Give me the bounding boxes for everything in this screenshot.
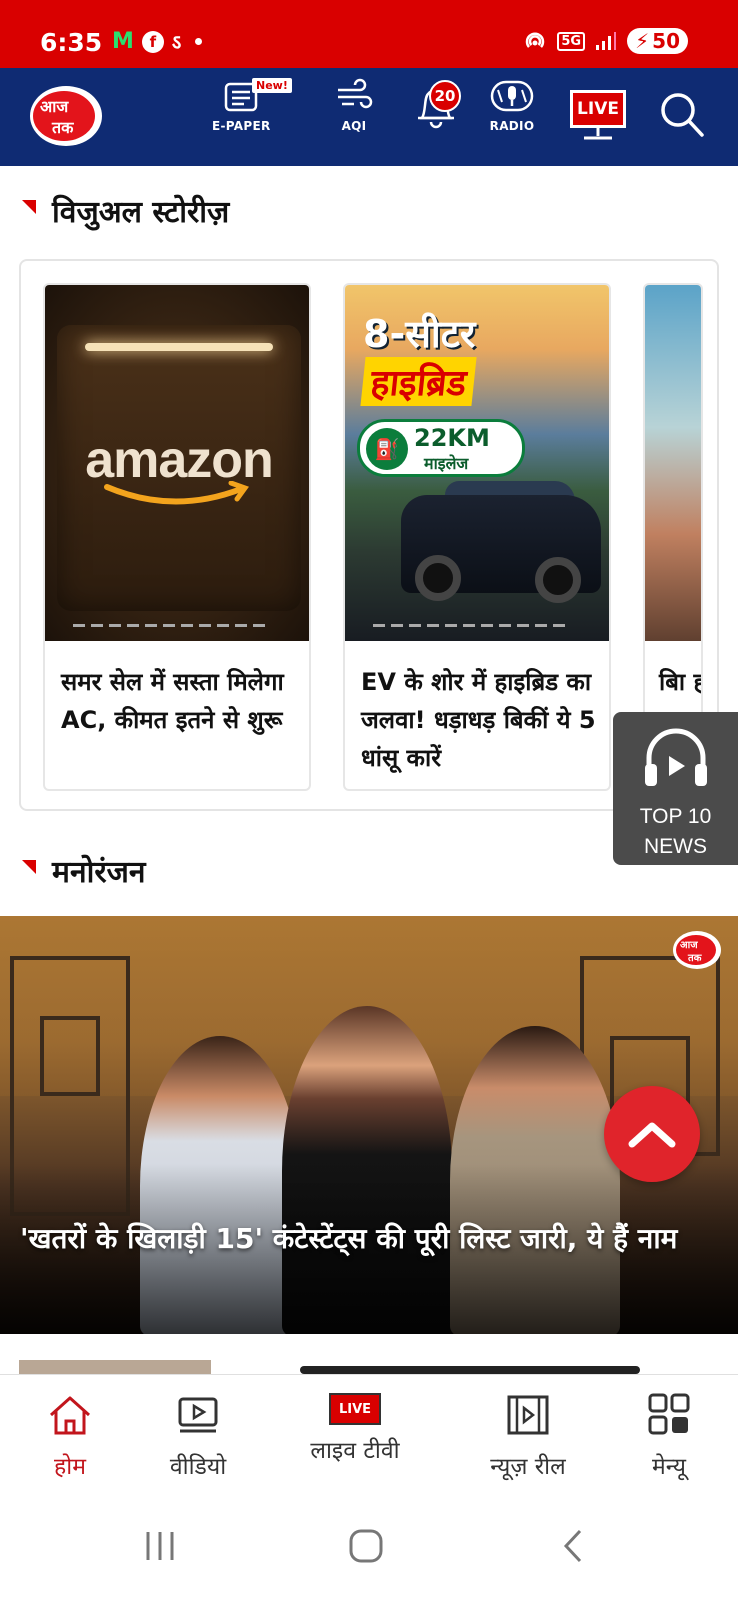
story-caption: बिा हर्म <box>659 668 701 696</box>
epaper-button[interactable]: New! E-PAPER <box>212 78 292 133</box>
section-heading-visual-stories: विजुअल स्टोरीज़ <box>22 190 229 231</box>
notification-count-badge: 20 <box>429 80 461 112</box>
more-notifications-dot <box>195 38 203 45</box>
aajtak-watermark-logo: आज तक <box>673 931 721 969</box>
story-card[interactable]: amazon समर सेल में सस्ता मिलेगा AC, कीमत… <box>43 283 311 791</box>
section-flag-icon <box>22 199 36 214</box>
notification-icons: M f ऽ <box>112 28 203 55</box>
hero-headline: 'खतरों के खिलाड़ी 15' कंटेस्टेंट्स की पू… <box>20 1222 678 1255</box>
svg-text:तक: तक <box>687 953 703 964</box>
story-image: 8-सीटर हाइब्रिड ⛽ 22KM माइलेज <box>345 285 609 641</box>
aqi-button[interactable]: AQI <box>334 78 374 133</box>
svg-text:तक: तक <box>51 118 74 137</box>
top10-news-button[interactable]: TOP 10 NEWS <box>613 712 738 865</box>
epaper-label: E-PAPER <box>212 119 271 133</box>
bottom-navigation: होम वीडियो LIVE लाइव टीवी न्यूज़ रील मेन… <box>0 1374 738 1494</box>
system-icons: 5G ⚡ 50 <box>523 28 688 54</box>
radio-button[interactable]: RADIO <box>486 78 538 133</box>
next-article-thumbnail[interactable] <box>19 1360 211 1374</box>
section-heading-entertainment: मनोरंजन <box>22 850 146 891</box>
headphone-play-icon <box>645 728 707 786</box>
live-tv-header-button[interactable]: LIVE <box>570 90 626 143</box>
tv-stand <box>584 128 612 140</box>
top10-line1: TOP 10 <box>639 805 712 828</box>
clock: 6:35 <box>40 28 103 57</box>
nav-home[interactable]: होम <box>40 1393 100 1481</box>
signal-icon <box>596 32 617 50</box>
top10-line2: NEWS <box>644 835 707 858</box>
network-type: 5G <box>557 31 586 51</box>
search-icon[interactable] <box>658 90 706 140</box>
recent-apps-icon[interactable] <box>140 1530 180 1562</box>
facebook-icon: f <box>141 30 164 53</box>
app-notification-icon: ऽ <box>171 30 182 54</box>
nav-live-tv[interactable]: LIVE लाइव टीवी <box>300 1387 410 1465</box>
fuel-pump-icon: ⛽ <box>366 428 408 470</box>
story-image <box>645 285 701 641</box>
gmail-icon: M <box>112 29 134 54</box>
story-card[interactable]: 8-सीटर हाइब्रिड ⛽ 22KM माइलेज EV के शोर … <box>343 283 611 791</box>
wind-icon <box>338 78 373 109</box>
status-bar: 6:35 M f ऽ 5G ⚡ 50 <box>0 0 738 68</box>
back-icon[interactable] <box>560 1528 586 1564</box>
battery-indicator: ⚡ 50 <box>627 28 688 54</box>
live-tv-icon: LIVE <box>329 1393 381 1425</box>
radio-label: RADIO <box>489 119 535 133</box>
reel-icon <box>507 1395 549 1435</box>
nav-menu[interactable]: मेन्यू <box>634 1393 704 1481</box>
hotspot-icon <box>526 32 545 48</box>
system-navigation-bar <box>0 1494 738 1600</box>
menu-grid-icon <box>648 1393 690 1435</box>
home-icon <box>49 1396 91 1435</box>
story-caption: EV के शोर में हाइब्रिड का जलवा! धड़ाधड़ … <box>361 668 596 772</box>
section-flag-icon <box>22 859 36 874</box>
nav-news-reel[interactable]: न्यूज़ रील <box>478 1393 578 1481</box>
radio-mic-icon <box>490 80 534 112</box>
app-header: आज तक New! E-PAPER AQI 20 RADIO LIVE <box>0 68 738 166</box>
charging-icon: ⚡ <box>635 29 650 53</box>
nav-video[interactable]: वीडियो <box>158 1393 238 1481</box>
video-icon <box>178 1397 218 1433</box>
scroll-to-top-button[interactable] <box>604 1086 700 1182</box>
notifications-button[interactable]: 20 <box>404 78 468 137</box>
aqi-label: AQI <box>341 119 367 133</box>
new-tag: New! <box>252 78 292 93</box>
svg-text:आज: आज <box>680 940 698 951</box>
story-caption: समर सेल में सस्ता मिलेगा AC, कीमत इतने स… <box>61 668 284 734</box>
home-nav-icon[interactable] <box>348 1528 384 1564</box>
story-progress <box>373 624 565 627</box>
live-tv-icon: LIVE <box>570 90 626 128</box>
chevron-up-icon <box>628 1122 676 1148</box>
story-progress <box>73 624 265 627</box>
svg-text:आज: आज <box>40 97 69 116</box>
story-image: amazon <box>45 285 309 641</box>
aajtak-logo[interactable]: आज तक <box>26 80 112 150</box>
amazon-smile-icon <box>104 481 249 505</box>
next-article-title-peek[interactable] <box>300 1366 640 1374</box>
